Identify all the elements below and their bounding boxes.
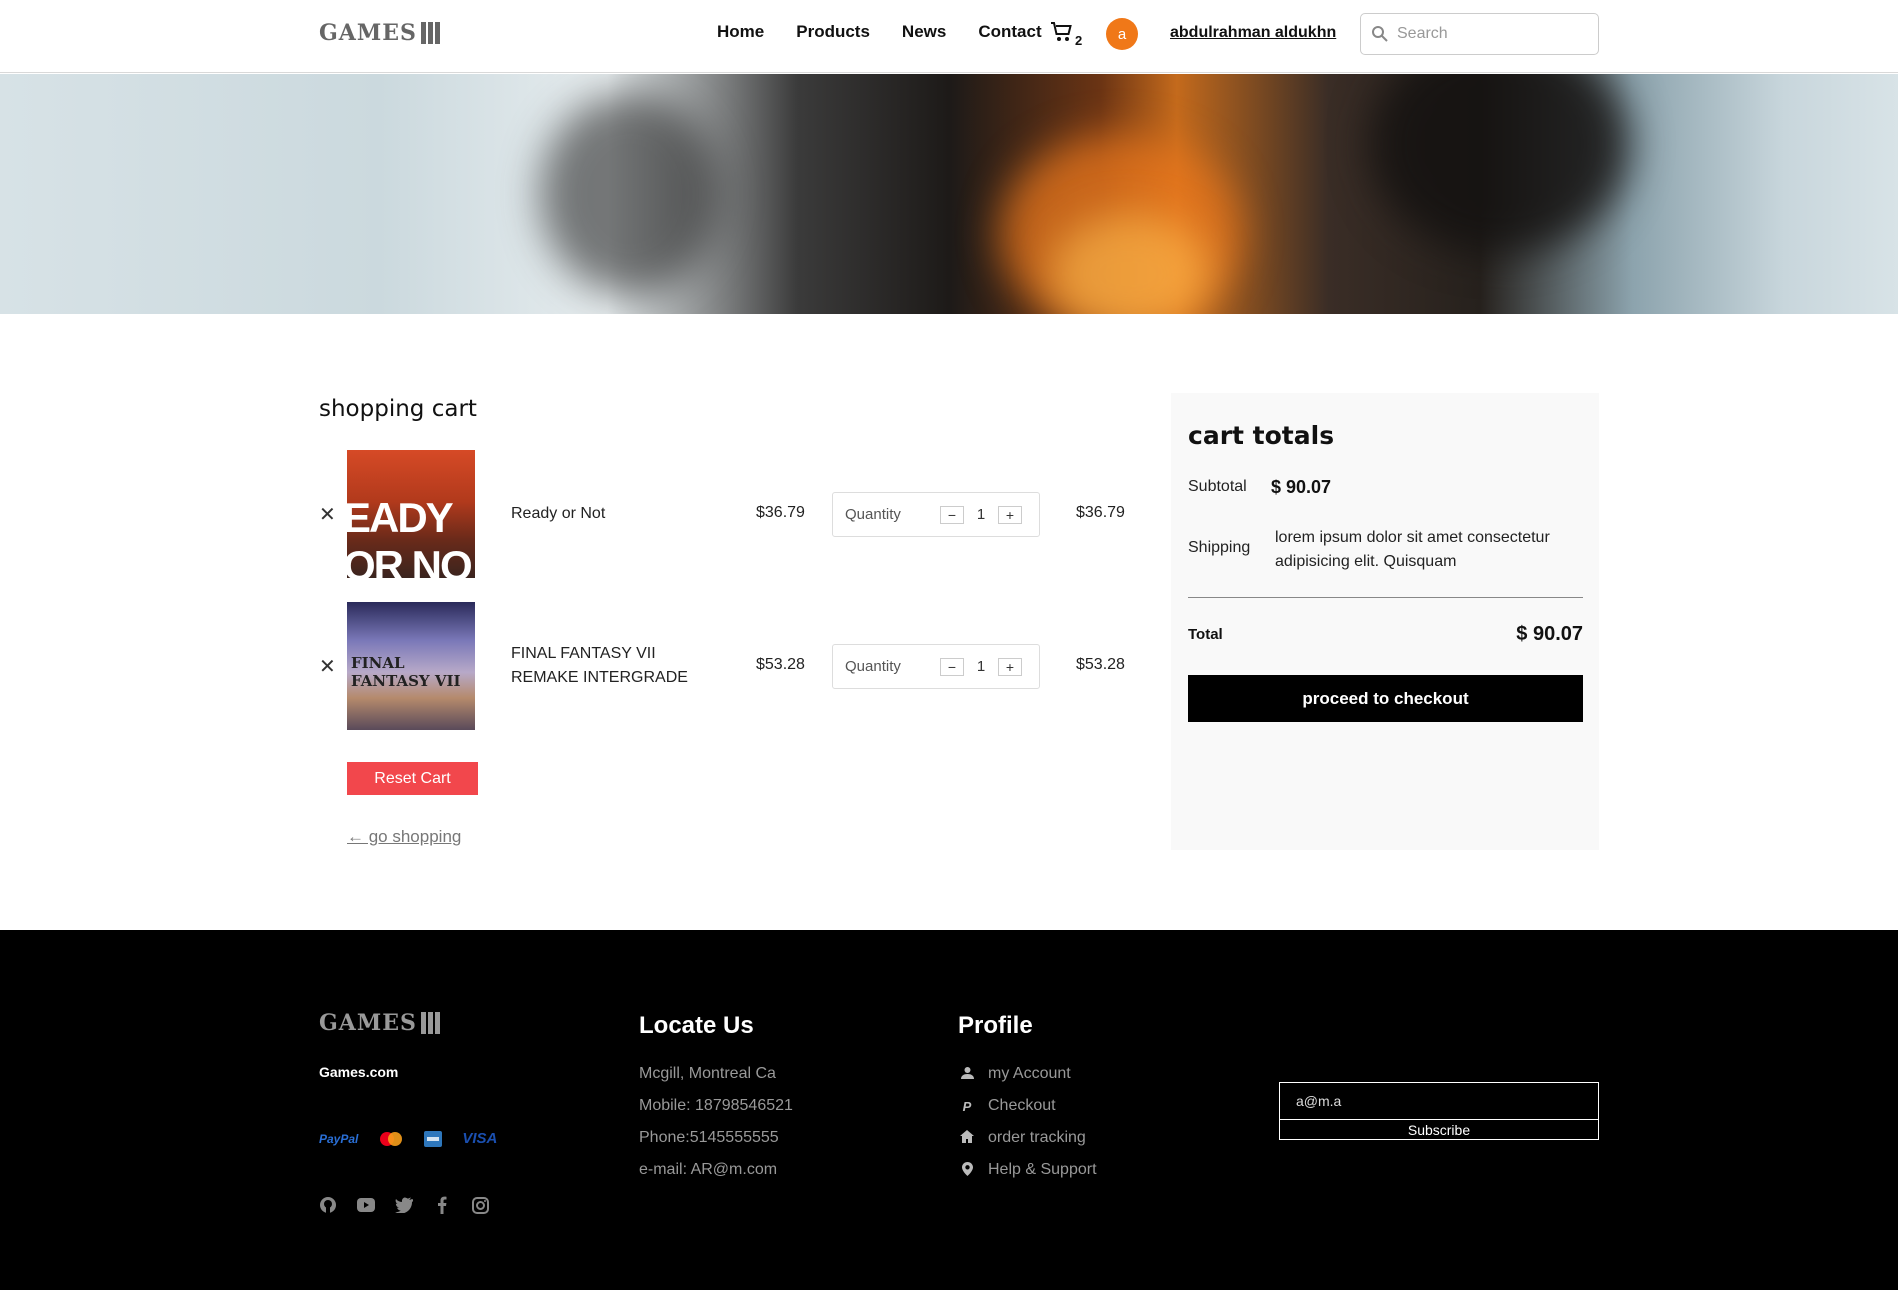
total-value: $ 90.07 (1516, 623, 1583, 645)
decrease-quantity-button[interactable]: − (940, 657, 964, 676)
subtotal-value: $ 90.07 (1271, 477, 1332, 497)
profile-link-order-tracking[interactable]: order tracking (958, 1122, 1097, 1154)
quantity-stepper: Quantity − 1 + (832, 644, 1040, 689)
cart-count-badge: 2 (1075, 33, 1083, 48)
hero-banner (0, 74, 1898, 314)
profile-link-account[interactable]: my Account (958, 1058, 1097, 1090)
footer-site-name: Games.com (319, 1064, 399, 1080)
increase-quantity-button[interactable]: + (998, 657, 1022, 676)
remove-item-icon[interactable]: ✕ (319, 654, 336, 679)
subscribe-email-input[interactable] (1279, 1082, 1599, 1120)
decrease-quantity-button[interactable]: − (940, 505, 964, 524)
profile-title: Profile (958, 1012, 1033, 1039)
username-link[interactable]: abdulrahman aldukhn (1170, 24, 1336, 42)
locate-us-title: Locate Us (639, 1012, 754, 1039)
paypal-icon: PayPal (319, 1131, 359, 1146)
facebook-icon[interactable] (433, 1196, 451, 1214)
item-name[interactable]: FINAL FANTASY VII REMAKE INTERGRADE (511, 642, 721, 690)
search-icon (1372, 26, 1388, 42)
product-thumbnail[interactable]: EADY OR NO (347, 450, 475, 578)
mastercard-icon (380, 1131, 403, 1146)
location-pin-icon (958, 1161, 976, 1179)
logo[interactable]: GAMES (319, 20, 440, 46)
profile-link-label: Help & Support (988, 1161, 1097, 1178)
cart-icon (1051, 22, 1072, 41)
logo-bars-icon (420, 22, 440, 44)
profile-link-checkout[interactable]: P Checkout (958, 1090, 1097, 1122)
profile-link-label: order tracking (988, 1129, 1086, 1146)
avatar[interactable]: a (1106, 18, 1138, 50)
address-text: Mcgill, Montreal Ca (639, 1065, 776, 1082)
footer-logo[interactable]: GAMES (319, 1010, 440, 1036)
item-total: $53.28 (1076, 656, 1125, 673)
quantity-stepper: Quantity − 1 + (832, 492, 1040, 537)
profile-links: my Account P Checkout order tracking Hel… (958, 1058, 1097, 1186)
cart-totals-panel: cart totals Subtotal $ 90.07 Shipping lo… (1171, 393, 1599, 850)
footer-logo-text: GAMES (319, 1010, 417, 1036)
product-thumbnail[interactable]: FINAL FANTASY VII (347, 602, 475, 730)
subtotal-label: Subtotal (1188, 478, 1247, 495)
cart-totals-title: cart totals (1188, 421, 1335, 450)
main-nav: Home Products News Contact (717, 22, 1042, 42)
quantity-value[interactable]: 1 (972, 506, 990, 523)
item-total: $36.79 (1076, 504, 1125, 521)
thumbnail-title: EADY OR NO (347, 494, 473, 578)
increase-quantity-button[interactable]: + (998, 505, 1022, 524)
profile-link-label: Checkout (988, 1097, 1056, 1114)
subscribe-form: Subscribe (1279, 1082, 1599, 1140)
remove-item-icon[interactable]: ✕ (319, 502, 336, 527)
shipping-label: Shipping (1188, 539, 1251, 556)
paypal-icon: P (962, 1098, 972, 1114)
quantity-value[interactable]: 1 (972, 658, 990, 675)
nav-home[interactable]: Home (717, 22, 764, 42)
cart-button[interactable]: 2 (1050, 20, 1082, 48)
site-footer: GAMES Games.com PayPal VISA Locate Us Mc… (0, 930, 1898, 1290)
total-label: Total (1188, 626, 1223, 643)
twitter-icon[interactable] (395, 1196, 413, 1214)
profile-link-label: my Account (988, 1065, 1071, 1082)
payment-methods: PayPal VISA (319, 1130, 497, 1147)
item-price: $53.28 (756, 656, 805, 673)
cart-item-row: ✕ FINAL FANTASY VII FINAL FANTASY VII RE… (319, 602, 1139, 732)
phone-text: Phone:5145555555 (639, 1129, 779, 1146)
cart-item-row: ✕ EADY OR NO Ready or Not $36.79 Quantit… (319, 450, 1139, 580)
item-price: $36.79 (756, 504, 805, 521)
reset-cart-button[interactable]: Reset Cart (347, 762, 478, 795)
item-name[interactable]: Ready or Not (511, 502, 721, 526)
proceed-to-checkout-button[interactable]: proceed to checkout (1188, 675, 1583, 722)
logo-text: GAMES (319, 20, 417, 46)
search-box (1360, 13, 1599, 55)
subscribe-button[interactable]: Subscribe (1279, 1120, 1599, 1140)
quantity-label: Quantity (845, 506, 901, 523)
logo-bars-icon (420, 1012, 440, 1034)
shipping-text: lorem ipsum dolor sit amet consectetur a… (1275, 529, 1550, 570)
visa-icon: VISA (462, 1130, 498, 1147)
amex-icon (424, 1130, 443, 1147)
nav-contact[interactable]: Contact (978, 22, 1041, 42)
nav-products[interactable]: Products (796, 22, 870, 42)
search-input[interactable] (1397, 25, 1577, 43)
locate-us-list: Mcgill, Montreal Ca Mobile: 18798546521 … (639, 1058, 793, 1186)
github-icon[interactable] (319, 1196, 337, 1214)
site-header: GAMES Home Products News Contact 2 a abd… (0, 0, 1898, 73)
youtube-icon[interactable] (357, 1196, 375, 1214)
email-text: e-mail: AR@m.com (639, 1161, 778, 1178)
mobile-text: Mobile: 18798546521 (639, 1097, 793, 1114)
quantity-label: Quantity (845, 658, 901, 675)
social-links (319, 1196, 489, 1214)
nav-news[interactable]: News (902, 22, 946, 42)
divider (1188, 597, 1583, 598)
thumbnail-title: FINAL FANTASY VII (351, 654, 461, 690)
cart-title: shopping cart (319, 396, 477, 422)
instagram-icon[interactable] (471, 1196, 489, 1214)
profile-link-help[interactable]: Help & Support (958, 1154, 1097, 1186)
home-icon (958, 1130, 976, 1146)
go-shopping-link[interactable]: ← go shopping (347, 827, 461, 847)
user-icon (958, 1066, 976, 1082)
